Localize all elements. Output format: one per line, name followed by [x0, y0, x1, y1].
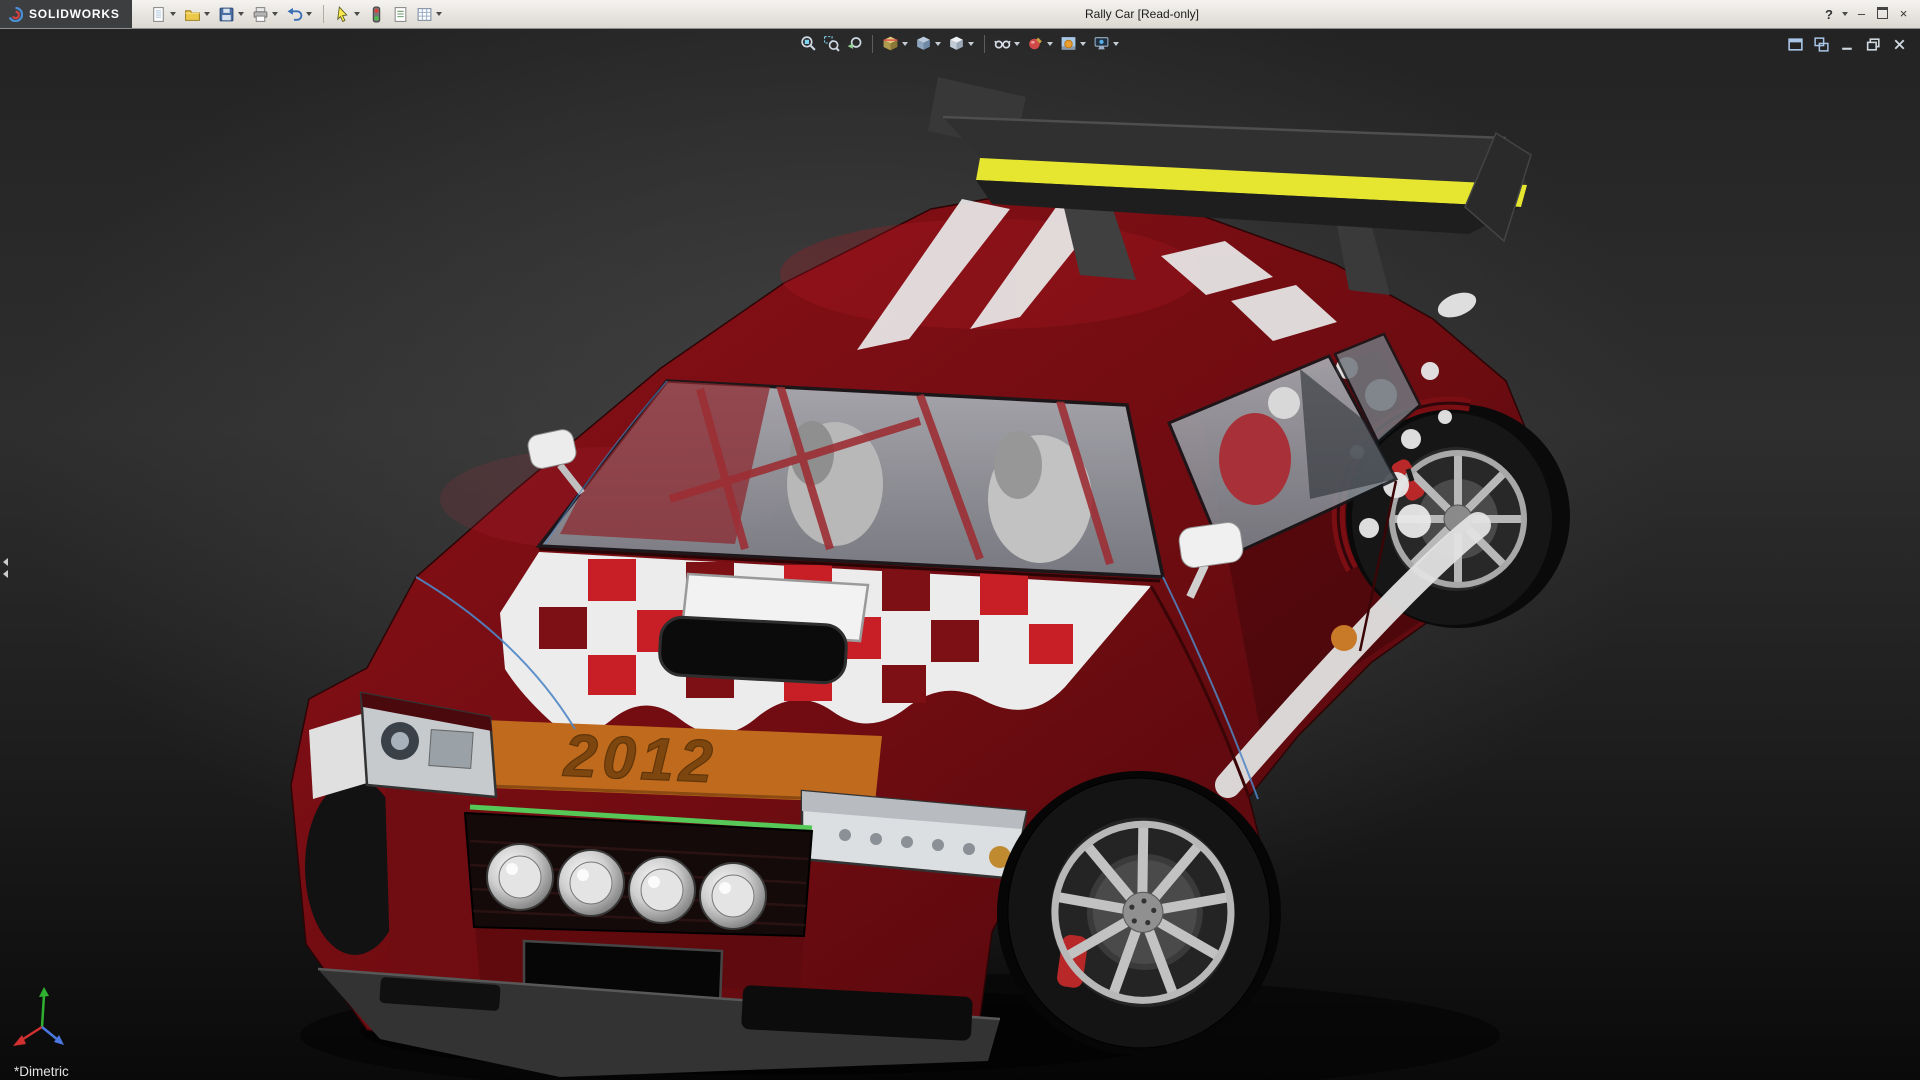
previous-view-button[interactable]	[844, 34, 865, 53]
open-document-icon	[184, 6, 201, 23]
view-settings-icon	[1093, 35, 1110, 52]
section-view-button[interactable]	[880, 34, 911, 53]
rebuild-icon	[368, 6, 385, 23]
display-style-dropdown[interactable]	[968, 42, 974, 46]
file-properties-button[interactable]	[390, 5, 411, 24]
rebuild-button[interactable]	[366, 5, 387, 24]
hide-show-items-dropdown[interactable]	[1014, 42, 1020, 46]
rally-car-model[interactable]: 2012	[0, 29, 1920, 1080]
front-grille[interactable]	[465, 807, 812, 936]
minimize-document-icon	[1839, 36, 1856, 53]
open-document-button[interactable]	[182, 5, 213, 24]
restore-icon	[1877, 7, 1888, 19]
undo-dropdown[interactable]	[306, 12, 312, 16]
close-document-icon	[1891, 36, 1908, 53]
zoom-to-area-icon	[823, 35, 840, 52]
select-dropdown[interactable]	[354, 12, 360, 16]
options-icon	[416, 6, 433, 23]
hood-scoop[interactable]	[659, 574, 868, 684]
save-button[interactable]	[216, 5, 247, 24]
viewport-layout-icon	[1787, 36, 1804, 53]
titlebar-controls: ? – ×	[1823, 0, 1912, 28]
print-icon	[252, 6, 269, 23]
view-orientation-icon	[915, 35, 932, 52]
apply-scene-button[interactable]	[1058, 34, 1089, 53]
save-icon	[218, 6, 235, 23]
new-document-icon	[150, 6, 167, 23]
document-window-controls	[1785, 35, 1910, 54]
title-bar: SOLIDWORKS Rally Car [Read-only] ? – ×	[0, 0, 1920, 29]
edit-appearance-dropdown[interactable]	[1047, 42, 1053, 46]
zoom-to-area-button[interactable]	[821, 34, 842, 53]
restore-document-button[interactable]	[1863, 35, 1884, 54]
display-style-icon	[948, 35, 965, 52]
edit-appearance-button[interactable]	[1025, 34, 1056, 53]
solidworks-logo-icon	[8, 7, 23, 22]
viewport[interactable]: 2012	[0, 29, 1920, 1080]
restore-document-icon	[1865, 36, 1882, 53]
view-settings-dropdown[interactable]	[1113, 42, 1119, 46]
view-settings-button[interactable]	[1091, 34, 1122, 53]
hide-show-items-button[interactable]	[992, 34, 1023, 53]
tile-windows-icon	[1813, 36, 1830, 53]
apply-scene-dropdown[interactable]	[1080, 42, 1086, 46]
heads-up-toolbar	[798, 34, 1122, 53]
new-document-button[interactable]	[148, 5, 179, 24]
tile-windows-button[interactable]	[1811, 35, 1832, 54]
options-button[interactable]	[414, 5, 445, 24]
hide-show-items-icon	[994, 35, 1011, 52]
previous-view-icon	[846, 35, 863, 52]
print-button[interactable]	[250, 5, 281, 24]
orientation-triad[interactable]	[13, 987, 64, 1046]
restore-window-button[interactable]	[1874, 7, 1891, 22]
help-button[interactable]: ?	[1823, 7, 1835, 22]
collapse-arrow-icon	[3, 558, 8, 566]
print-dropdown[interactable]	[272, 12, 278, 16]
zoom-to-fit-icon	[800, 35, 817, 52]
section-view-icon	[882, 35, 899, 52]
zoom-to-fit-button[interactable]	[798, 34, 819, 53]
toolbar-separator	[872, 35, 873, 53]
app-logo: SOLIDWORKS	[0, 0, 132, 28]
select-button[interactable]	[332, 5, 363, 24]
undo-icon	[286, 6, 303, 23]
save-dropdown[interactable]	[238, 12, 244, 16]
viewport-layout-button[interactable]	[1785, 35, 1806, 54]
toolbar-separator	[323, 5, 324, 23]
select-icon	[334, 6, 351, 23]
file-properties-icon	[392, 6, 409, 23]
close-document-button[interactable]	[1889, 35, 1910, 54]
collapse-arrow-icon	[3, 570, 8, 578]
panel-collapse-handle[interactable]	[0, 552, 10, 584]
minimize-window-button[interactable]: –	[1853, 7, 1870, 21]
help-dropdown[interactable]	[1842, 12, 1848, 16]
undo-button[interactable]	[284, 5, 315, 24]
toolbar-separator	[984, 35, 985, 53]
view-orientation-dropdown[interactable]	[935, 42, 941, 46]
open-document-dropdown[interactable]	[204, 12, 210, 16]
section-view-dropdown[interactable]	[902, 42, 908, 46]
options-dropdown[interactable]	[436, 12, 442, 16]
document-title: Rally Car [Read-only]	[1085, 7, 1199, 21]
app-name: SOLIDWORKS	[29, 7, 120, 21]
main-toolbar	[148, 5, 445, 24]
close-window-button[interactable]: ×	[1895, 7, 1912, 21]
new-document-dropdown[interactable]	[170, 12, 176, 16]
minimize-document-button[interactable]	[1837, 35, 1858, 54]
view-orientation-label: *Dimetric	[14, 1064, 69, 1079]
edit-appearance-icon	[1027, 35, 1044, 52]
decal-2012[interactable]: 2012	[562, 722, 719, 796]
display-style-button[interactable]	[946, 34, 977, 53]
apply-scene-icon	[1060, 35, 1077, 52]
view-orientation-button[interactable]	[913, 34, 944, 53]
